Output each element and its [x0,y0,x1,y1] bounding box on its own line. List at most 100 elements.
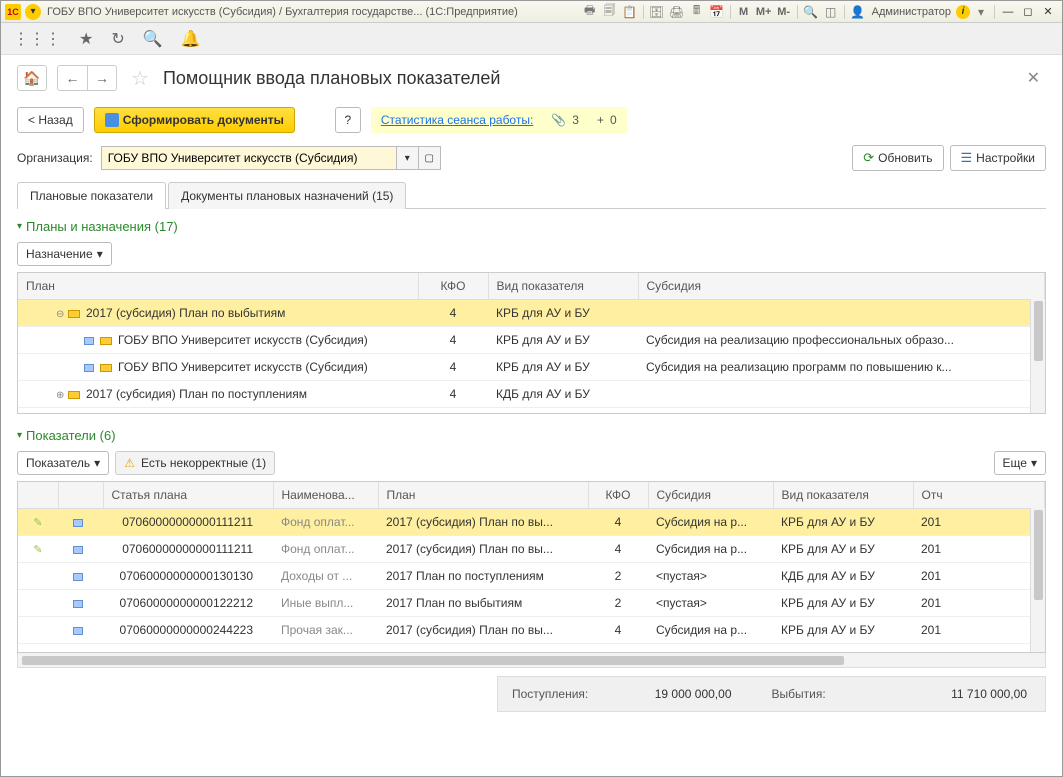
assignment-button[interactable]: Назначение ▾ [17,242,112,266]
tab-plan-indicators[interactable]: Плановые показатели [17,182,166,209]
attach-icon: 📎 [551,113,566,127]
income-label: Поступления: [512,687,588,701]
table-row[interactable]: ⊕2017 (субсидия) План по поступлениям4КД… [18,381,1045,408]
org-dropdown-icon[interactable]: ▾ [397,146,419,170]
clipboard-icon[interactable]: 📋 [621,3,639,21]
save-disk-icon [105,113,119,127]
calendar-icon[interactable]: 📅 [708,3,726,21]
plus-count: 0 [610,113,617,127]
refresh-icon: ⟳ [863,150,874,166]
table-row[interactable]: ГОБУ ВПО Университет искусств (Субсидия)… [18,327,1045,354]
tabs: Плановые показатели Документы плановых н… [17,181,1046,209]
col-mark[interactable] [58,482,103,509]
chevron-down-icon: ▾ [97,247,103,261]
plans-section-title[interactable]: Планы и назначения (17) [17,219,1046,234]
col-vid[interactable]: Вид показателя [488,273,638,300]
table-row[interactable]: ⊖2017 (субсидия) План по выбытиям4КРБ дл… [18,300,1045,327]
org-label: Организация: [17,151,93,165]
table-row[interactable]: 07060000000000122212Иные выпл...2017 Пла… [18,590,1045,617]
org-open-icon[interactable]: ▢ [419,146,441,170]
col-vid2[interactable]: Вид показателя [773,482,913,509]
settings-button[interactable]: ☰Настройки [950,145,1047,171]
col-subsidy[interactable]: Субсидия [638,273,1045,300]
outcome-value: 11 710 000,00 [951,687,1027,701]
panels-icon[interactable]: ◫ [822,3,840,21]
main-toolbar: ⋮⋮⋮ ★ ↻ 🔍 🔔 [1,23,1062,55]
back-button[interactable]: ← [57,65,87,91]
page-header: 🏠 ← → ☆ Помощник ввода плановых показате… [17,65,1046,91]
outcome-label: Выбытия: [772,687,826,701]
chevron-down-icon: ▾ [94,456,100,470]
income-value: 19 000 000,00 [655,687,732,701]
apps-icon[interactable]: ⋮⋮⋮ [13,29,61,49]
col-kfo2[interactable]: КФО [588,482,648,509]
col-ot[interactable]: Отч [913,482,1045,509]
info-icon[interactable]: i [956,5,970,19]
col-edit[interactable] [18,482,58,509]
plus-icon: + [597,113,604,127]
app-dropdown-icon[interactable]: ▾ [25,4,41,20]
page-title: Помощник ввода плановых показателей [163,68,1021,89]
help-button[interactable]: ? [335,107,361,133]
attach-count: 3 [572,113,579,127]
memory-m-button[interactable]: M [735,3,753,21]
minimize-button[interactable]: — [999,3,1017,21]
indicators-section-title[interactable]: Показатели (6) [17,428,1046,443]
user-icon: 👤 [849,3,867,21]
indicators-table: Статья плана Наименова... План КФО Субси… [17,481,1046,653]
col-article[interactable]: Статья плана [103,482,273,509]
memory-mplus-button[interactable]: M+ [755,3,773,21]
form-documents-label: Сформировать документы [123,113,284,127]
preview-icon[interactable]: 🗐 [601,3,619,21]
window-title: ГОБУ ВПО Университет искусств (Субсидия)… [47,6,518,18]
col-subsidy2[interactable]: Субсидия [648,482,773,509]
warnings-chip[interactable]: ⚠Есть некорректные (1) [115,451,275,475]
table-row[interactable]: ГОБУ ВПО Университет искусств (Субсидия)… [18,354,1045,381]
totals-footer: Поступления: 19 000 000,00 Выбытия: 11 7… [497,676,1046,712]
compare-icon[interactable]: 🗄 [648,3,666,21]
pencil-icon: ✎ [33,544,42,556]
memory-mminus-button[interactable]: M- [775,3,793,21]
plans-scrollbar[interactable] [1030,299,1045,413]
table-row[interactable]: 07060000000000244223Прочая зак...2017 (с… [18,617,1045,644]
form-documents-button[interactable]: Сформировать документы [94,107,295,133]
refresh-button[interactable]: ⟳Обновить [852,145,943,171]
favorites-icon[interactable]: ★ [79,29,93,49]
session-stats: Статистика сеанса работы: 📎 3 +0 [371,107,627,133]
favorite-star-icon[interactable]: ☆ [131,66,149,91]
tab-plan-documents[interactable]: Документы плановых назначений (15) [168,182,406,209]
col-plan2[interactable]: План [378,482,588,509]
print2-icon[interactable]: 🖨 [668,3,686,21]
maximize-button[interactable]: ◻ [1019,3,1037,21]
org-input[interactable] [101,146,397,170]
table-row[interactable]: ✎07060000000000111211Фонд оплат...2017 (… [18,509,1045,536]
home-button[interactable]: 🏠 [17,65,47,91]
pencil-icon: ✎ [33,517,42,529]
table-row[interactable]: 07060000000000130130Доходы от ...2017 Пл… [18,563,1045,590]
col-name[interactable]: Наименова... [273,482,378,509]
forward-button[interactable]: → [87,65,117,91]
print-icon[interactable]: 🖶 [581,3,599,21]
action-row: < Назад Сформировать документы ? Статист… [17,107,1046,133]
indicator-button[interactable]: Показатель ▾ [17,451,109,475]
indicators-h-scrollbar[interactable] [17,653,1046,668]
stats-link[interactable]: Статистика сеанса работы: [381,113,533,127]
notifications-icon[interactable]: 🔔 [181,29,201,49]
more-button[interactable]: Еще ▾ [994,451,1046,475]
col-kfo[interactable]: КФО [418,273,488,300]
close-page-button[interactable]: ✕ [1021,68,1046,88]
calc-icon[interactable]: 🖩 [688,3,706,21]
zoom-icon[interactable]: 🔍 [802,3,820,21]
back-step-button[interactable]: < Назад [17,107,84,133]
chevron-down-icon: ▾ [1031,456,1037,470]
indicators-scrollbar[interactable] [1030,508,1045,652]
warning-icon: ⚠ [124,456,135,470]
history-icon[interactable]: ↻ [111,29,124,49]
close-window-button[interactable]: ✕ [1039,3,1057,21]
search-icon[interactable]: 🔍 [143,29,163,49]
info-dropdown-icon[interactable]: ▾ [972,3,990,21]
col-plan[interactable]: План [18,273,418,300]
table-row[interactable]: ✎07060000000000111211Фонд оплат...2017 (… [18,536,1045,563]
title-bar: 1C ▾ ГОБУ ВПО Университет искусств (Субс… [1,1,1062,23]
settings-icon: ☰ [961,150,973,166]
